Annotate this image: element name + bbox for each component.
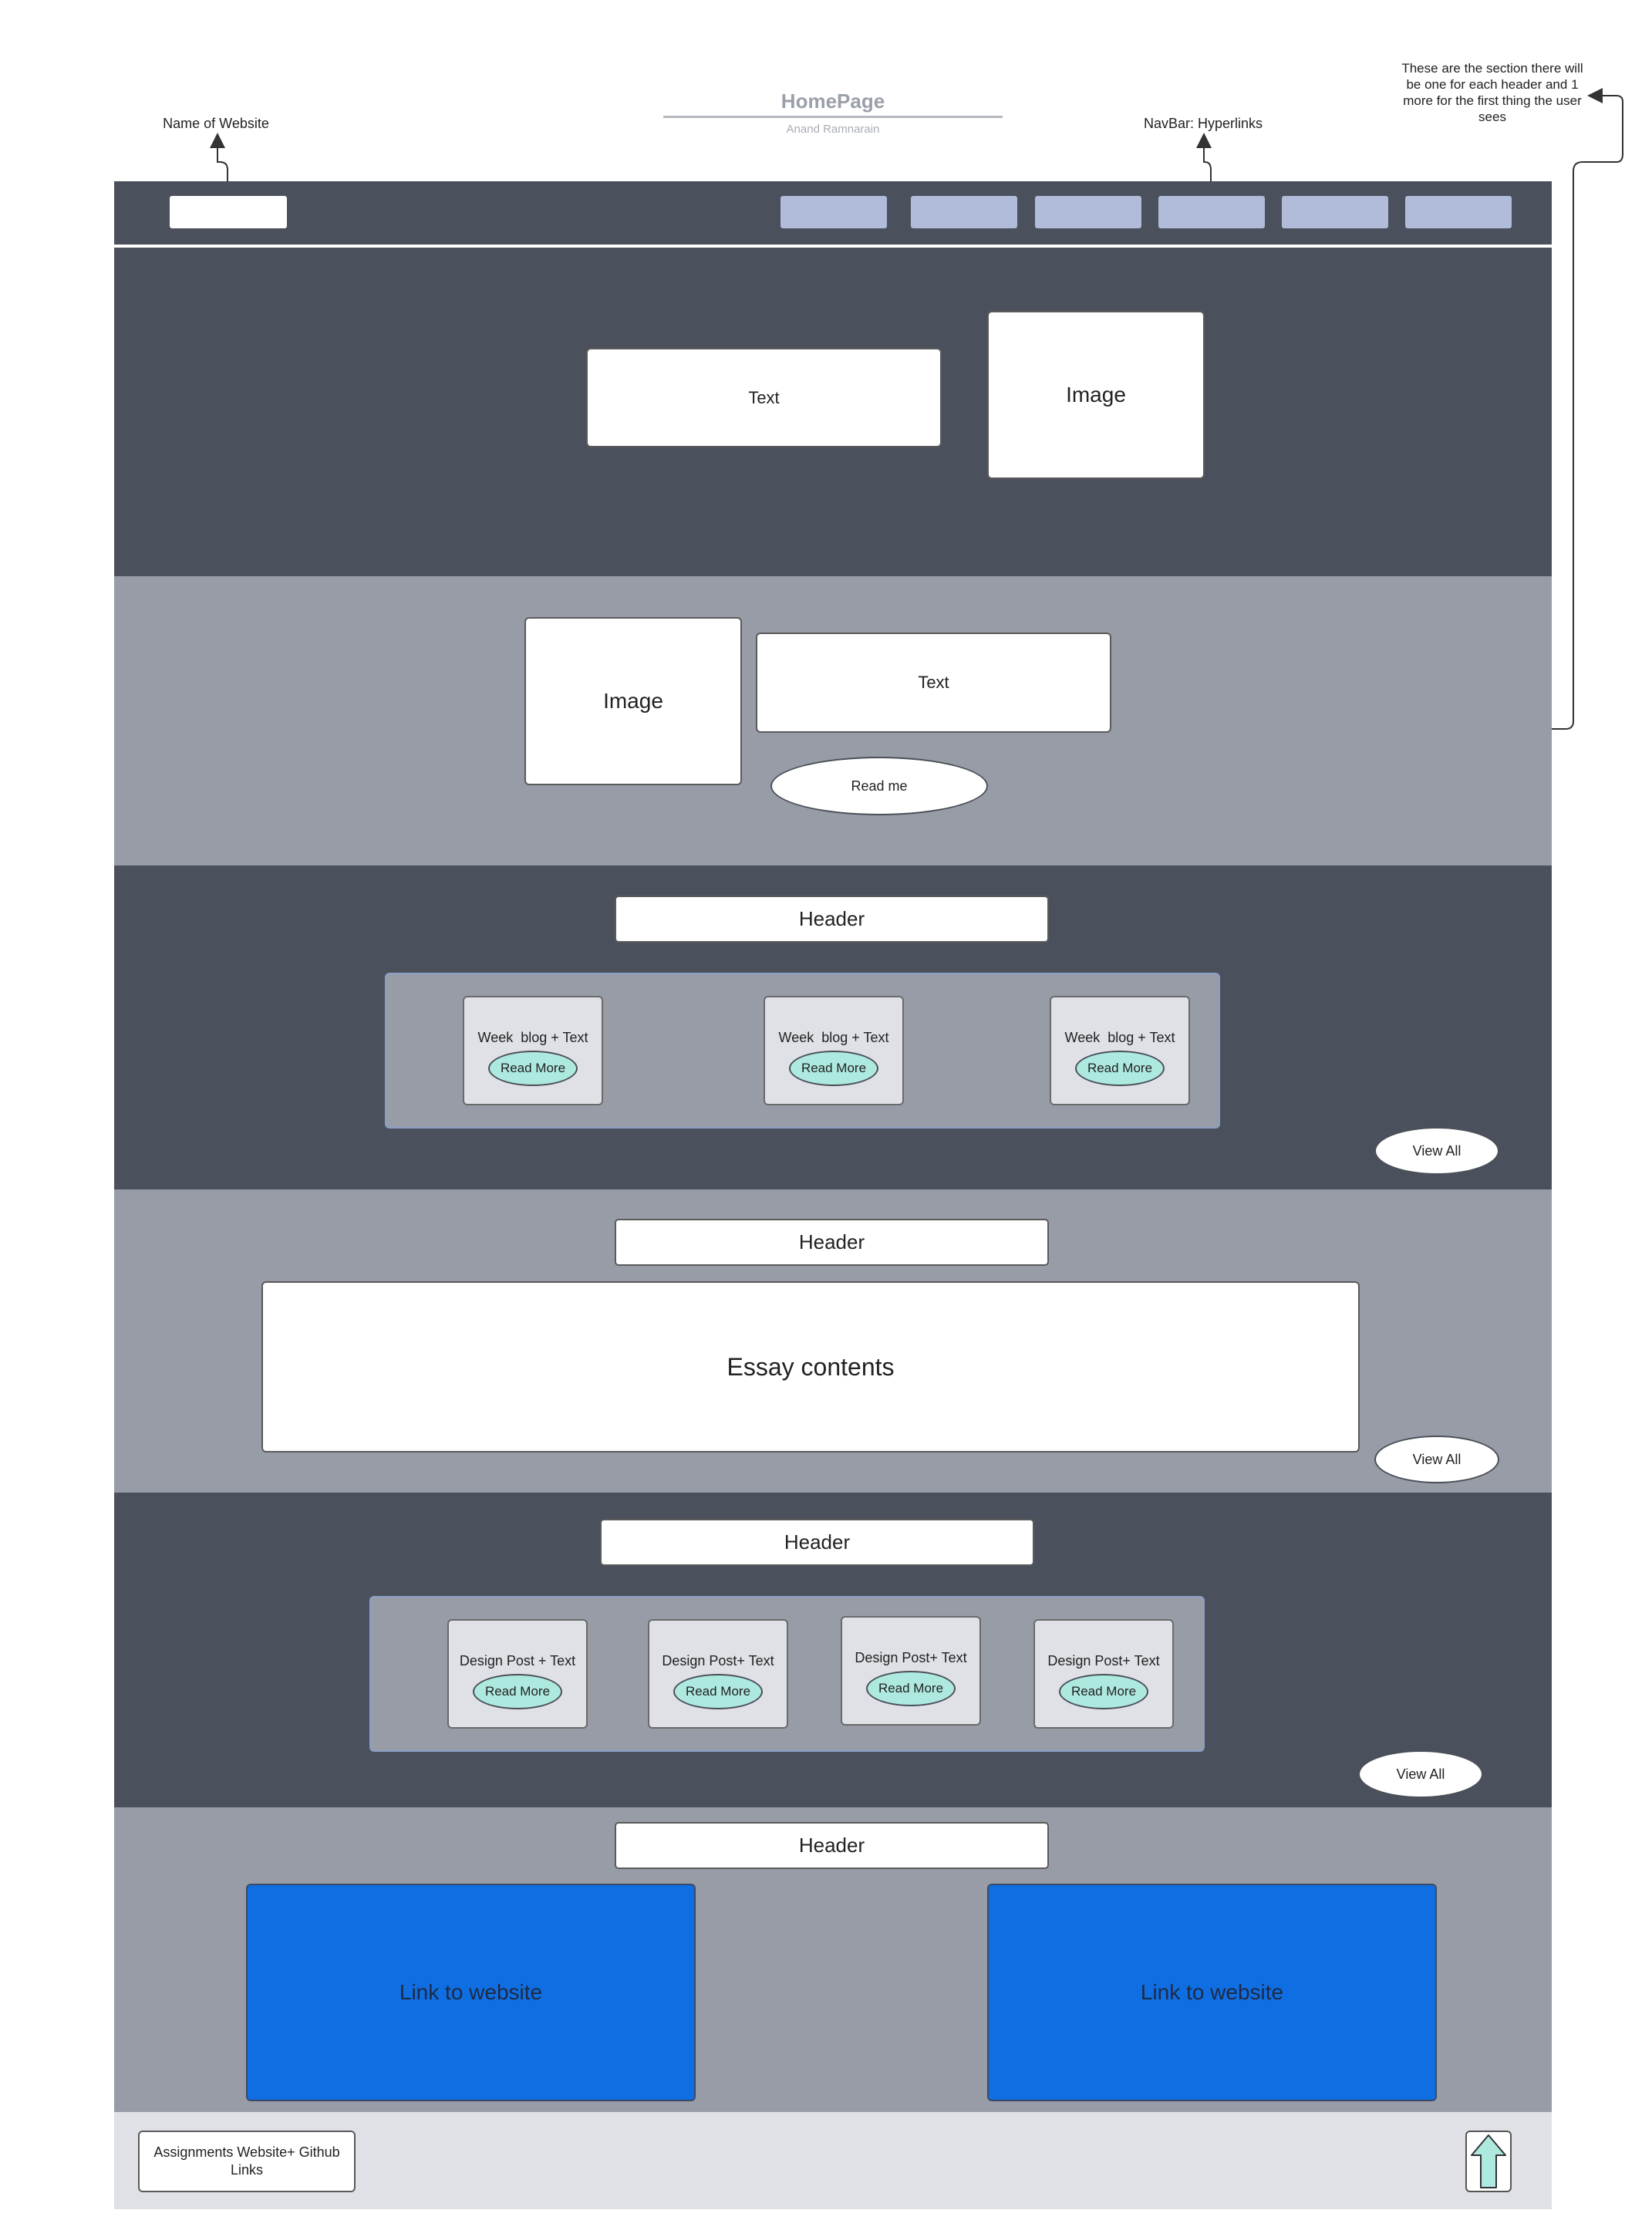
site-name-box[interactable] (170, 196, 287, 228)
nav-link-1[interactable] (780, 196, 887, 228)
design-card[interactable]: Design Post+ Text Read More (841, 1616, 981, 1726)
page-title: HomePage (780, 89, 885, 113)
blog-card[interactable]: Week blog + Text Read More (764, 996, 904, 1105)
design-card[interactable]: Design Post+ Text Read More (648, 1619, 788, 1729)
footer-links-box[interactable]: Assignments Website+ Github Links (138, 2131, 356, 2192)
design-card[interactable]: Design Post+ Text Read More (1033, 1619, 1174, 1729)
name-of-website-note: Name of Website (163, 115, 269, 131)
read-more-button[interactable]: Read More (673, 1673, 763, 1709)
hero-text-box: Text (586, 348, 942, 447)
blog-card[interactable]: Week blog + Text Read More (1050, 996, 1190, 1105)
blog-card-label: Week blog + Text (1064, 1029, 1175, 1045)
read-more-button[interactable]: Read More (1075, 1050, 1165, 1086)
title-underline (663, 116, 1003, 118)
author-label: Anand Ramnarain (786, 122, 880, 136)
design-header: Header (600, 1519, 1034, 1566)
essay-header: Header (615, 1219, 1049, 1266)
essay-content-box: Essay contents (261, 1281, 1360, 1453)
about-image-box: Image (524, 617, 742, 785)
read-more-button[interactable]: Read More (473, 1673, 562, 1709)
design-card-label: Design Post+ Text (662, 1652, 774, 1668)
links-header: Header (615, 1822, 1049, 1869)
about-text-box: Text (756, 633, 1111, 733)
website-link-card[interactable]: Link to website (246, 1884, 696, 2101)
nav-link-5[interactable] (1282, 196, 1388, 228)
blog-header: Header (615, 896, 1049, 943)
design-card-label: Design Post + Text (459, 1652, 576, 1668)
blog-view-all-button[interactable]: View All (1374, 1127, 1499, 1175)
nav-link-6[interactable] (1405, 196, 1512, 228)
essay-view-all-button[interactable]: View All (1374, 1436, 1499, 1483)
nav-link-2[interactable] (911, 196, 1017, 228)
read-more-button[interactable]: Read More (789, 1050, 878, 1086)
read-more-button[interactable]: Read More (866, 1670, 956, 1706)
nav-link-3[interactable] (1035, 196, 1141, 228)
website-link-card[interactable]: Link to website (987, 1884, 1437, 2101)
design-view-all-button[interactable]: View All (1358, 1750, 1483, 1798)
blog-card-label: Week blog + Text (778, 1029, 889, 1045)
arrow-sections-note (1550, 88, 1623, 730)
blog-card[interactable]: Week blog + Text Read More (463, 996, 603, 1105)
design-card-label: Design Post+ Text (1047, 1652, 1160, 1668)
back-to-top-button[interactable] (1465, 2131, 1512, 2192)
nav-link-4[interactable] (1158, 196, 1265, 228)
up-arrow-icon (1471, 2134, 1506, 2188)
navbar-note: NavBar: Hyperlinks (1143, 115, 1263, 131)
blog-card-label: Week blog + Text (477, 1029, 588, 1045)
design-card-label: Design Post+ Text (855, 1649, 967, 1665)
hero-image-box: Image (987, 311, 1205, 479)
read-me-button[interactable]: Read me (770, 757, 988, 815)
read-more-button[interactable]: Read More (488, 1050, 578, 1086)
sections-note: These are the section there will be one … (1401, 61, 1583, 124)
read-more-button[interactable]: Read More (1059, 1673, 1148, 1709)
design-card[interactable]: Design Post + Text Read More (447, 1619, 588, 1729)
